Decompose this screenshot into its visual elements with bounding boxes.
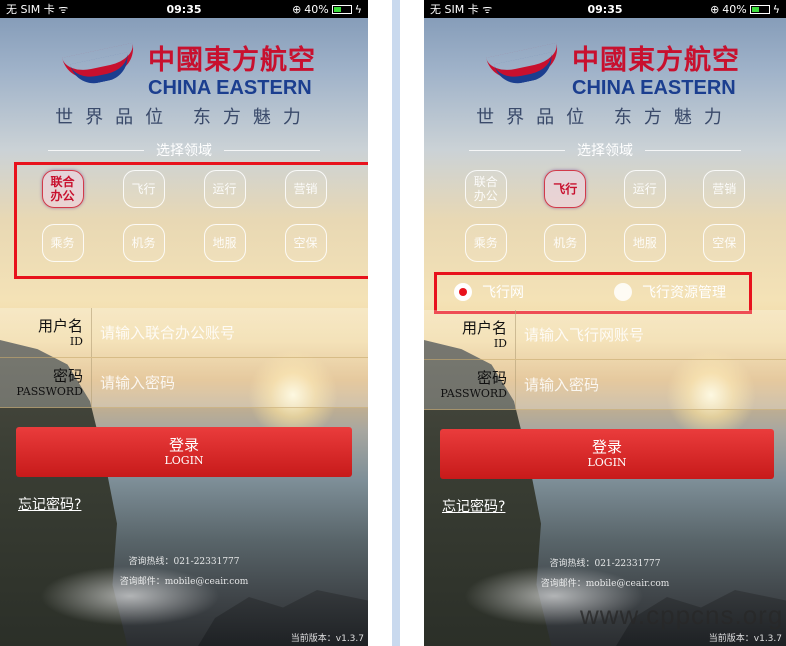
password-label: 密码 <box>52 366 83 385</box>
login-label-en: LOGIN <box>164 454 204 467</box>
password-row: 密码 PASSWORD <box>0 358 368 408</box>
domain-button[interactable]: 乘务 <box>464 224 507 262</box>
domain-grid: 联合 办公 飞行 运行 营销乘务 机务 地服 空保 <box>446 170 764 262</box>
status-bar: 无 SIM 卡 ᯤ 09:35 ⊕ 40% ϟ <box>424 0 786 18</box>
alarm-icon: ⊕ <box>710 2 720 16</box>
battery-icon <box>331 4 352 14</box>
slogan: 世界品位 东方魅力 <box>55 107 313 128</box>
login-label-en: LOGIN <box>587 456 627 469</box>
swallow-logo-icon <box>484 42 564 92</box>
login-button[interactable]: 登录 LOGIN <box>440 429 774 479</box>
login-label-cn: 登录 <box>591 438 622 456</box>
domain-label: 空保 <box>712 236 737 250</box>
password-sub-label: PASSWORD <box>16 384 83 398</box>
forgot-password-link[interactable]: 忘记密码? <box>442 496 505 516</box>
airline-logo: 中國東方航空 CHINA EASTERN <box>484 38 740 100</box>
battery-icon <box>749 4 770 14</box>
password-sub-label: PASSWORD <box>440 386 507 400</box>
username-sub-label: ID <box>69 334 83 348</box>
slogan: 世界品位 东方魅力 <box>476 107 734 128</box>
password-input[interactable] <box>92 358 368 407</box>
domain-section-title: 选择领域 <box>424 140 786 160</box>
charging-icon: ϟ <box>354 2 363 16</box>
domain-label: 联合 办公 <box>473 175 498 203</box>
domain-label: 乘务 <box>473 236 498 250</box>
charging-icon: ϟ <box>772 2 781 16</box>
carrier-label: 无 SIM 卡 ᯤ <box>430 3 493 16</box>
battery-percent: 40% <box>304 2 329 16</box>
status-bar: 无 SIM 卡 ᯤ 09:35 ⊕ 40% ϟ <box>0 0 368 18</box>
alarm-icon: ⊕ <box>292 2 302 16</box>
login-button[interactable]: 登录 LOGIN <box>16 427 352 477</box>
contact-info: 咨询热线：021-22331777 咨询邮件：mobile@ceair.com <box>0 552 368 592</box>
password-label: 密码 <box>476 368 507 387</box>
domain-button[interactable]: 空保 <box>703 224 746 262</box>
username-label: 用户名 <box>37 316 83 335</box>
section-title-text: 选择领域 <box>156 143 212 159</box>
domain-label: 飞行 <box>553 182 578 196</box>
domain-label: 机务 <box>553 236 578 250</box>
panel-divider <box>370 0 426 646</box>
brand-name-cn: 中國東方航空 <box>148 45 316 76</box>
username-row: 用户名 ID <box>0 308 368 358</box>
domain-label: 营销 <box>712 182 737 196</box>
phone-screen-right: 无 SIM 卡 ᯤ 09:35 ⊕ 40% ϟ 中國東方航空 CHINA EAS… <box>424 0 786 646</box>
section-title-text: 选择领域 <box>577 143 633 159</box>
domain-label: 地服 <box>632 236 657 250</box>
forgot-password-link[interactable]: 忘记密码? <box>18 494 81 514</box>
phone-screen-left: 无 SIM 卡 ᯤ 09:35 ⊕ 40% ϟ 中國東方航空 CHINA EAS… <box>0 0 368 646</box>
hotline-text: 咨询热线：021-22331777 <box>128 557 240 567</box>
watermark-text: www.cppcns.org <box>580 600 784 630</box>
highlight-box <box>14 162 368 279</box>
contact-info: 咨询热线：021-22331777 咨询邮件：mobile@ceair.com <box>424 554 786 594</box>
username-input[interactable] <box>92 308 368 357</box>
email-text: 咨询邮件：mobile@ceair.com <box>540 579 670 589</box>
highlight-box <box>434 272 752 314</box>
login-form: 用户名 ID 密码 PASSWORD <box>0 308 368 408</box>
username-sub-label: ID <box>493 336 507 350</box>
username-label: 用户名 <box>461 318 507 337</box>
clock: 09:35 <box>587 2 623 16</box>
battery-percent: 40% <box>722 2 747 16</box>
username-input[interactable] <box>516 310 786 359</box>
domain-button[interactable]: 飞行 <box>544 170 587 208</box>
email-text: 咨询邮件：mobile@ceair.com <box>119 577 249 587</box>
domain-label: 运行 <box>632 182 657 196</box>
login-label-cn: 登录 <box>168 436 199 454</box>
domain-button[interactable]: 机务 <box>544 224 587 262</box>
swallow-logo-icon <box>60 42 140 92</box>
login-form: 用户名 ID 密码 PASSWORD <box>424 310 786 410</box>
domain-button[interactable]: 营销 <box>703 170 746 208</box>
password-input[interactable] <box>516 360 786 409</box>
domain-section-title: 选择领域 <box>0 140 368 160</box>
username-row: 用户名 ID <box>424 310 786 360</box>
version-text: 当前版本：v1.3.7 <box>708 634 782 644</box>
brand-name-cn: 中國東方航空 <box>572 45 740 76</box>
hotline-text: 咨询热线：021-22331777 <box>549 559 661 569</box>
airline-logo: 中國東方航空 CHINA EASTERN <box>60 38 316 100</box>
brand-name-en: CHINA EASTERN <box>572 77 736 99</box>
password-row: 密码 PASSWORD <box>424 360 786 410</box>
domain-button[interactable]: 运行 <box>623 170 666 208</box>
domain-button[interactable]: 地服 <box>623 224 666 262</box>
version-text: 当前版本：v1.3.7 <box>290 634 364 644</box>
clock: 09:35 <box>166 2 202 16</box>
carrier-label: 无 SIM 卡 ᯤ <box>6 3 69 16</box>
domain-button[interactable]: 联合 办公 <box>464 170 507 208</box>
brand-name-en: CHINA EASTERN <box>148 77 312 99</box>
